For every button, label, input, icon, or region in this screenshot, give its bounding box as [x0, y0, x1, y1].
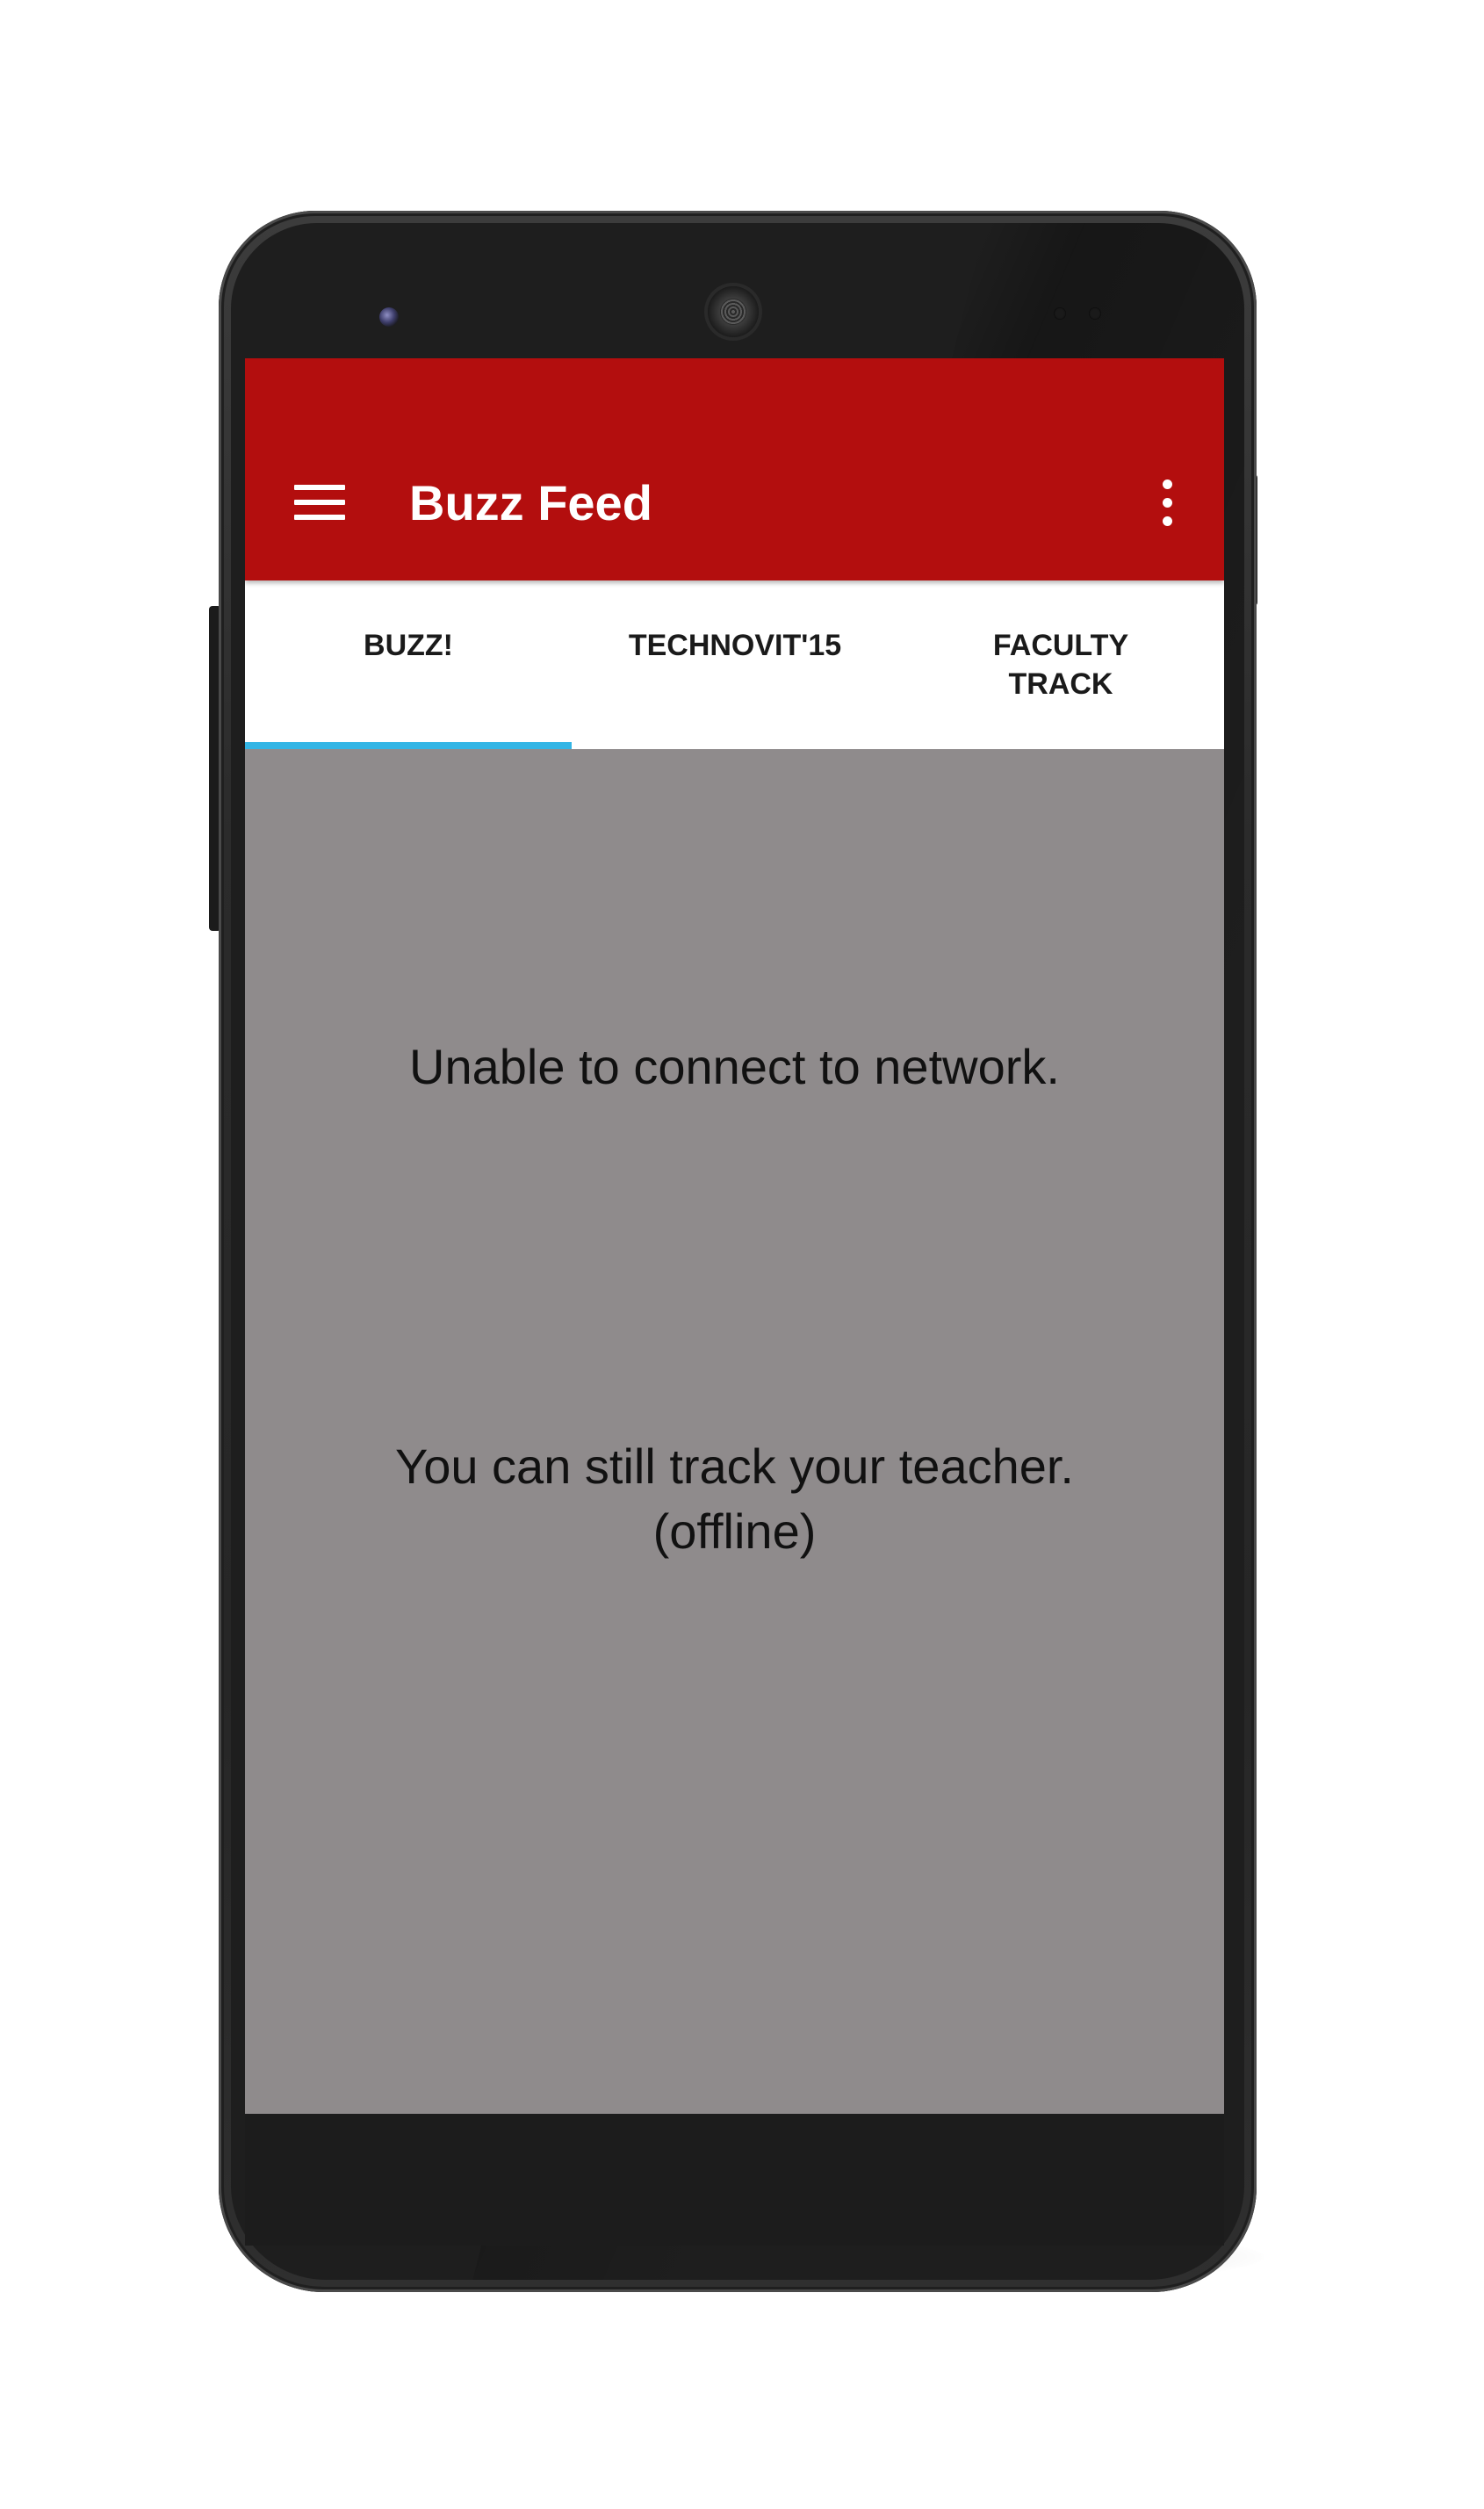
tab-bar: BUZZ! TECHNOVIT'15 FACULTY TRACK	[245, 580, 1224, 749]
light-sensor	[1089, 307, 1101, 320]
network-error-message: Unable to connect to network.	[409, 1039, 1060, 1094]
tab-buzz[interactable]: BUZZ!	[245, 580, 572, 749]
app-screen: Buzz Feed BUZZ! TECHNOVIT'15 FACULTY TRA…	[245, 358, 1224, 2114]
front-camera	[379, 307, 399, 327]
app-title: Buzz Feed	[409, 475, 652, 530]
tab-label: TECHNOVIT'15	[628, 629, 842, 662]
tab-label: FACULTY TRACK	[992, 629, 1129, 701]
tab-technovit[interactable]: TECHNOVIT'15	[572, 580, 898, 749]
tab-label: BUZZ!	[364, 629, 453, 662]
earpiece-speaker	[708, 286, 759, 337]
more-vert-icon[interactable]	[1158, 479, 1176, 527]
app-bar: Buzz Feed	[245, 358, 1224, 580]
tab-selected-indicator	[245, 742, 572, 749]
navigation-bar-area	[245, 2114, 1224, 2246]
tab-faculty-track[interactable]: FACULTY TRACK	[897, 580, 1224, 749]
proximity-sensor	[1054, 307, 1066, 320]
offline-hint-message: You can still track your teacher. (offli…	[394, 1438, 1074, 1559]
hamburger-menu-icon[interactable]	[294, 485, 345, 520]
